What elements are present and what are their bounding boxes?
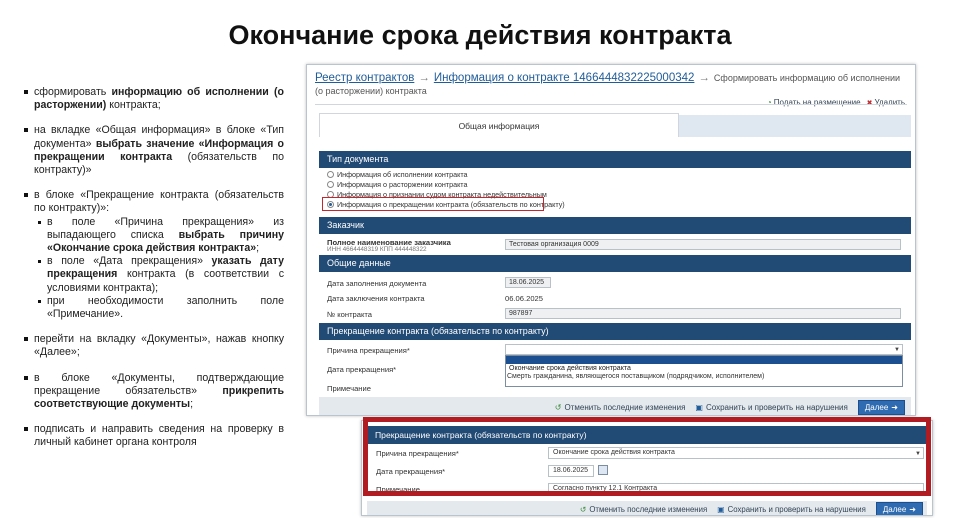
termination-note-label: Примечание [327, 384, 371, 393]
radio-label: Информация о расторжении контракта [337, 180, 468, 189]
instruction-item: перейти на вкладку «Документы», нажав кн… [22, 333, 284, 359]
radio-termination-info[interactable]: Информация о расторжении контракта [327, 180, 468, 189]
chevron-down-icon[interactable]: ▼ [894, 346, 900, 355]
customer-name-field: Тестовая организация 0009 [505, 239, 901, 250]
cancel-changes-button[interactable]: Отменить последние изменения [580, 505, 707, 514]
instruction-item: на вкладке «Общая информация» в блоке «Т… [22, 124, 284, 177]
breadcrumb-registry-link[interactable]: Реестр контрактов [315, 72, 414, 84]
contract-number-field: 987897 [505, 308, 901, 319]
next-button-label: Далее [864, 402, 889, 412]
fill-date-field: 18.06.2025 [505, 277, 551, 288]
radio-icon[interactable] [327, 171, 334, 178]
instruction-text: в блоке «Прекращение контракта (обязател… [34, 189, 284, 215]
next-button-label: Далее [882, 504, 907, 514]
termination-reason-dropdown: Окончание срока действия контракта [505, 355, 903, 387]
instruction-text: в поле «Дата прекращения» [47, 255, 212, 268]
divider [315, 104, 907, 105]
header-actions: Подать на размещение Удалить [767, 98, 905, 107]
instruction-item: подписать и направить сведения на провер… [22, 423, 284, 449]
inset-highlight-frame [363, 417, 931, 496]
fill-date-label: Дата заполнения документа [327, 279, 427, 288]
next-button[interactable]: Далее ➜ [875, 501, 923, 515]
breadcrumb-contract-link[interactable]: Информация о контракте 14664448322250003… [434, 72, 695, 84]
instruction-item: в блоке «Документы, подтверждающие прекр… [22, 372, 284, 412]
instruction-text: ; [190, 398, 194, 411]
instruction-subitem: в поле «Дата прекращения» указать дату п… [22, 255, 284, 295]
instruction-text: сформировать [34, 86, 112, 98]
conclusion-date-label: Дата заключения контракта [327, 294, 425, 303]
publish-button[interactable]: Подать на размещение [767, 98, 861, 107]
section-header-doc-type: Тип документа [319, 151, 911, 168]
form-footer: Отменить последние изменения Сохранить и… [319, 397, 911, 415]
arrow-right-icon: ➜ [891, 402, 898, 412]
radio-icon[interactable] [327, 181, 334, 188]
section-header-termination: Прекращение контракта (обязательств по к… [319, 323, 911, 340]
dropdown-option[interactable]: Смерть гражданина, являющегося поставщик… [507, 373, 764, 380]
instruction-text: контракта; [106, 99, 161, 112]
section-header-customer: Заказчик [319, 217, 911, 234]
form-screenshot: Реестр контрактов → Информация о контракте… [306, 64, 916, 416]
save-check-button[interactable]: Сохранить и проверить на нарушения [695, 403, 848, 412]
instruction-subitem: в поле «Причина прекращения» из выпадающ… [22, 216, 284, 256]
conclusion-date-value: 06.06.2025 [505, 294, 544, 303]
arrow-right-icon: ➜ [909, 504, 916, 514]
radio-execution-info[interactable]: Информация об исполнении контракта [327, 170, 468, 179]
breadcrumb: Реестр контрактов → Информация о контракте… [315, 72, 905, 98]
customer-inn-kpp: ИНН 4664448319 КПП 444448322 [327, 246, 427, 253]
inset-footer: Отменить последние изменения Сохранить и… [367, 501, 927, 515]
dropdown-highlight [506, 356, 902, 364]
termination-date-label: Дата прекращения* [327, 365, 397, 374]
delete-button[interactable]: Удалить [867, 98, 905, 107]
instruction-item: сформировать информацию об исполнении (о… [22, 86, 284, 112]
tab-general-info[interactable]: Общая информация [319, 113, 679, 137]
contract-number-label: № контракта [327, 310, 373, 319]
slide-title: Окончание срока действия контракта [228, 20, 732, 50]
instruction-text: при необходимости заполнить поле «Примеч… [47, 294, 284, 321]
instruction-item: в блоке «Прекращение контракта (обязател… [22, 189, 284, 215]
tab-bar [679, 115, 911, 137]
instruction-text: подписать и направить сведения на провер… [34, 423, 284, 449]
breadcrumb-separator-icon: → [698, 72, 710, 84]
termination-reason-label: Причина прекращения* [327, 346, 410, 355]
breadcrumb-separator-icon: → [418, 72, 430, 84]
instruction-subitem: при необходимости заполнить поле «Примеч… [22, 295, 284, 321]
highlight-box [322, 197, 544, 211]
next-button[interactable]: Далее ➜ [857, 399, 905, 415]
instruction-text: ; [256, 242, 260, 255]
section-header-general: Общие данные [319, 255, 911, 272]
save-check-button[interactable]: Сохранить и проверить на нарушения [717, 505, 866, 514]
instruction-text: перейти на вкладку «Документы», нажав кн… [34, 333, 284, 359]
radio-label: Информация об исполнении контракта [337, 170, 468, 179]
instructions-list: сформировать информацию об исполнении (о… [22, 86, 284, 450]
termination-reason-select[interactable]: ▼ [505, 344, 903, 355]
cancel-changes-button[interactable]: Отменить последние изменения [555, 403, 686, 412]
